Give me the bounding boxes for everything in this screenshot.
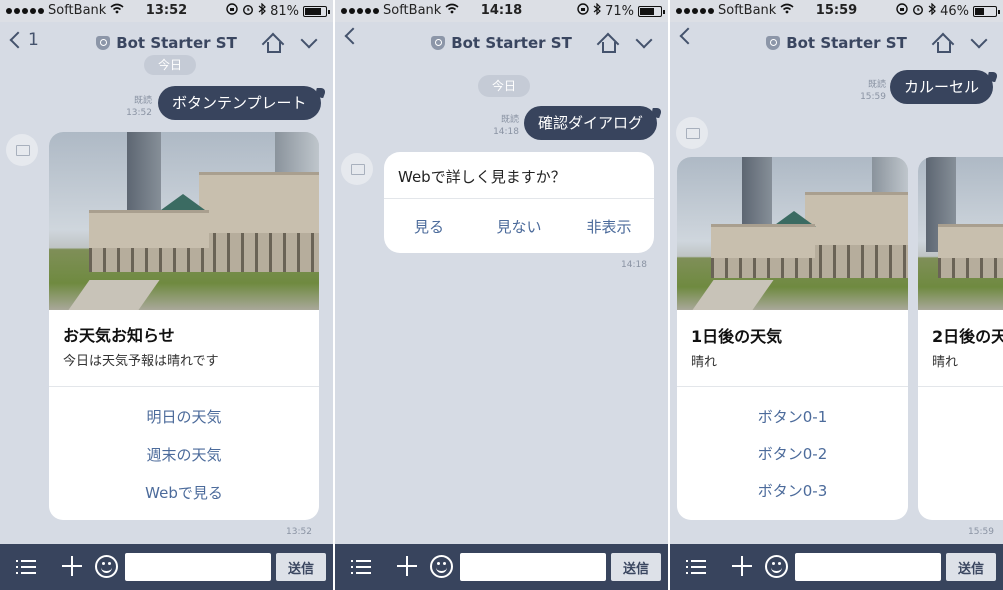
message-input[interactable] (795, 553, 941, 581)
message-meta: 既読 15:59 (854, 79, 886, 103)
phone-screen-carousel: SoftBank 15:59 46% Bot Starter ST 既読 15:… (670, 0, 1003, 590)
date-pill: 今日 (478, 75, 531, 97)
lock-rotation-icon (577, 3, 589, 19)
shield-icon (766, 36, 781, 50)
card-text: 晴れ (932, 355, 959, 370)
status-bar: SoftBank 13:52 81% (0, 0, 333, 22)
menu-icon[interactable] (351, 559, 371, 575)
confirm-option-hide[interactable]: 非表示 (564, 216, 654, 237)
message-meta: 既読 14:18 (487, 114, 519, 138)
card-text: 今日は天気予報は晴れです (63, 354, 219, 369)
battery-percent: 46% (940, 3, 969, 19)
battery-icon (973, 5, 1000, 17)
confirm-option-yes[interactable]: 見る (384, 216, 474, 237)
read-receipt: 既読 (867, 80, 886, 90)
button-template-card: お天気お知らせ 今日は天気予報は晴れです 明日の天気 週末の天気 Webで見る (49, 132, 319, 520)
lock-rotation-icon (226, 3, 238, 19)
sent-message-bubble[interactable]: ボタンテンプレート (158, 86, 321, 120)
message-input[interactable] (460, 553, 606, 581)
input-bar: 送信 (670, 544, 1003, 590)
divider (918, 386, 1003, 387)
message-time: 15:59 (860, 92, 886, 102)
chat-title-text: Bot Starter ST (786, 34, 907, 52)
card-action-web[interactable]: Webで見る (49, 482, 319, 503)
battery-icon (638, 5, 665, 17)
carousel-time: 15:59 (968, 527, 994, 537)
shield-icon (96, 36, 111, 50)
card-title: 1日後の天気 (691, 327, 783, 346)
bot-avatar[interactable] (6, 134, 38, 166)
divider (677, 386, 908, 387)
sent-message-bubble[interactable]: 確認ダイアログ (524, 106, 658, 140)
bot-avatar[interactable] (676, 117, 708, 149)
plus-icon[interactable] (732, 556, 752, 576)
card-image (918, 157, 1003, 310)
read-receipt: 既読 (133, 96, 152, 106)
shield-icon (431, 36, 446, 50)
battery-icon (303, 5, 330, 17)
home-icon[interactable] (261, 32, 285, 56)
card-action-3[interactable]: ボタン0-3 (677, 480, 908, 501)
lock-rotation-icon (896, 3, 908, 19)
card-text: 晴れ (691, 355, 718, 370)
message-meta: 既読 13:52 (118, 95, 152, 119)
chat-header: Bot Starter ST (335, 22, 668, 66)
card-image (49, 132, 319, 310)
phone-screen-button-template: SoftBank 13:52 81% 1 Bot Starter ST 今日 既… (0, 0, 333, 590)
confirm-option-no[interactable]: 見ない (474, 216, 564, 237)
phone-screen-confirm: SoftBank 14:18 71% Bot Starter ST 今日 既読 … (335, 0, 668, 590)
confirm-question: Webで詳しく見ますか？ (398, 168, 566, 186)
menu-icon[interactable] (16, 559, 36, 575)
send-button[interactable]: 送信 (946, 553, 996, 581)
status-bar: SoftBank 15:59 46% (670, 0, 1003, 22)
chat-header: Bot Starter ST (670, 22, 1003, 66)
message-time: 14:18 (493, 127, 519, 137)
read-receipt: 既読 (500, 115, 519, 125)
alarm-icon (242, 3, 254, 19)
alarm-icon (912, 3, 924, 19)
emoji-icon[interactable] (430, 555, 453, 578)
home-icon[interactable] (931, 32, 955, 56)
chat-title-text: Bot Starter ST (116, 34, 237, 52)
card-time: 13:52 (286, 527, 312, 537)
card-action-weekend[interactable]: 週末の天気 (49, 444, 319, 465)
card-image (677, 157, 908, 310)
message-time: 13:52 (126, 108, 152, 118)
send-button[interactable]: 送信 (276, 553, 326, 581)
card-action-tomorrow[interactable]: 明日の天気 (49, 406, 319, 427)
bot-avatar[interactable] (341, 153, 373, 185)
dialog-time: 14:18 (621, 260, 647, 270)
input-bar: 送信 (335, 544, 668, 590)
carousel-card-2[interactable]: 2日後の天 晴れ (918, 157, 1003, 520)
plus-icon[interactable] (397, 556, 417, 576)
menu-icon[interactable] (686, 559, 706, 575)
plus-icon[interactable] (62, 556, 82, 576)
battery-percent: 81% (270, 3, 299, 19)
card-title: お天気お知らせ (63, 326, 175, 345)
card-action-1[interactable]: ボタン0-1 (677, 406, 908, 427)
message-input[interactable] (125, 553, 271, 581)
carousel-card-1: 1日後の天気 晴れ ボタン0-1 ボタン0-2 ボタン0-3 (677, 157, 908, 520)
battery-percent: 71% (605, 3, 634, 19)
screens: SoftBank 13:52 81% 1 Bot Starter ST 今日 既… (0, 0, 1003, 590)
send-button[interactable]: 送信 (611, 553, 661, 581)
card-action-2[interactable]: ボタン0-2 (677, 443, 908, 464)
date-pill: 今日 (144, 55, 197, 75)
card-title: 2日後の天 (932, 327, 1003, 346)
confirm-dialog: Webで詳しく見ますか？ 見る 見ない 非表示 (384, 152, 654, 253)
emoji-icon[interactable] (95, 555, 118, 578)
divider (384, 198, 654, 199)
chat-title-text: Bot Starter ST (451, 34, 572, 52)
emoji-icon[interactable] (765, 555, 788, 578)
input-bar: 送信 (0, 544, 333, 590)
divider (49, 386, 319, 387)
sent-message-bubble[interactable]: カルーセル (890, 70, 994, 104)
home-icon[interactable] (596, 32, 620, 56)
bluetooth-icon (258, 2, 266, 19)
bluetooth-icon (593, 2, 601, 19)
bluetooth-icon (928, 2, 936, 19)
status-bar: SoftBank 14:18 71% (335, 0, 668, 22)
